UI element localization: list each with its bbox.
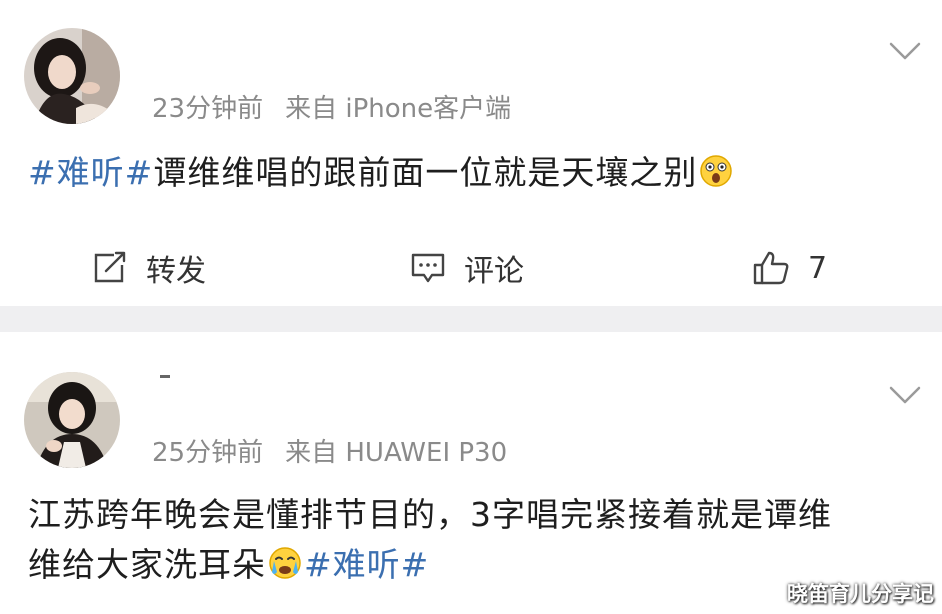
post-text: 江苏跨年晚会是懂排节目的，3字唱完紧接着就是谭维 维给大家洗耳朵 #难听#: [28, 490, 832, 594]
post-actions: 转发 评论 7: [0, 240, 942, 296]
post-meta: 25分钟前 来自 HUAWEI P30: [152, 432, 507, 469]
post-text-body: 维给大家洗耳朵: [28, 545, 266, 584]
post-text-line-1: 江苏跨年晚会是懂排节目的，3字唱完紧接着就是谭维: [28, 495, 832, 534]
hashtag-link[interactable]: #难听#: [28, 153, 153, 192]
post-text: #难听#谭维维唱的跟前面一位就是天壤之别: [28, 148, 735, 202]
chevron-down-icon[interactable]: [888, 40, 922, 62]
stray-mark: [160, 375, 170, 378]
post-time: 25分钟前: [152, 438, 264, 468]
chevron-down-icon[interactable]: [888, 384, 922, 406]
comment-label: 评论: [464, 254, 524, 289]
like-button[interactable]: 7: [752, 240, 827, 296]
post-source: 来自 iPhone客户端: [285, 94, 512, 124]
user-avatar-2[interactable]: [24, 372, 120, 468]
user-avatar-1[interactable]: [24, 28, 120, 124]
watermark: 晓笛育儿分享记: [787, 582, 934, 606]
weibo-post-2: 25分钟前 来自 HUAWEI P30 江苏跨年晚会是懂排节目的，3字唱完紧接着就…: [0, 332, 942, 614]
repost-button[interactable]: 转发: [92, 240, 206, 296]
post-time: 23分钟前: [152, 94, 264, 124]
crying-emoji: [268, 544, 302, 594]
post-text-body: 谭维维唱的跟前面一位就是天壤之别: [153, 153, 698, 192]
post-text-line-2: 维给大家洗耳朵 #难听#: [28, 540, 832, 594]
repost-icon: [92, 251, 128, 285]
post-source: 来自 HUAWEI P30: [285, 438, 508, 468]
like-count: 7: [808, 250, 828, 286]
repost-label: 转发: [146, 254, 206, 289]
astonished-emoji: [699, 152, 733, 202]
post-separator: [0, 306, 942, 332]
post-meta: 23分钟前 来自 iPhone客户端: [152, 88, 511, 125]
thumbs-up-icon: [752, 250, 790, 286]
hashtag-link[interactable]: #难听#: [304, 545, 429, 584]
comment-icon: [410, 251, 446, 285]
weibo-post-1: 23分钟前 来自 iPhone客户端 #难听#谭维维唱的跟前面一位就是天壤之别 转…: [0, 0, 942, 306]
comment-button[interactable]: 评论: [410, 240, 524, 296]
